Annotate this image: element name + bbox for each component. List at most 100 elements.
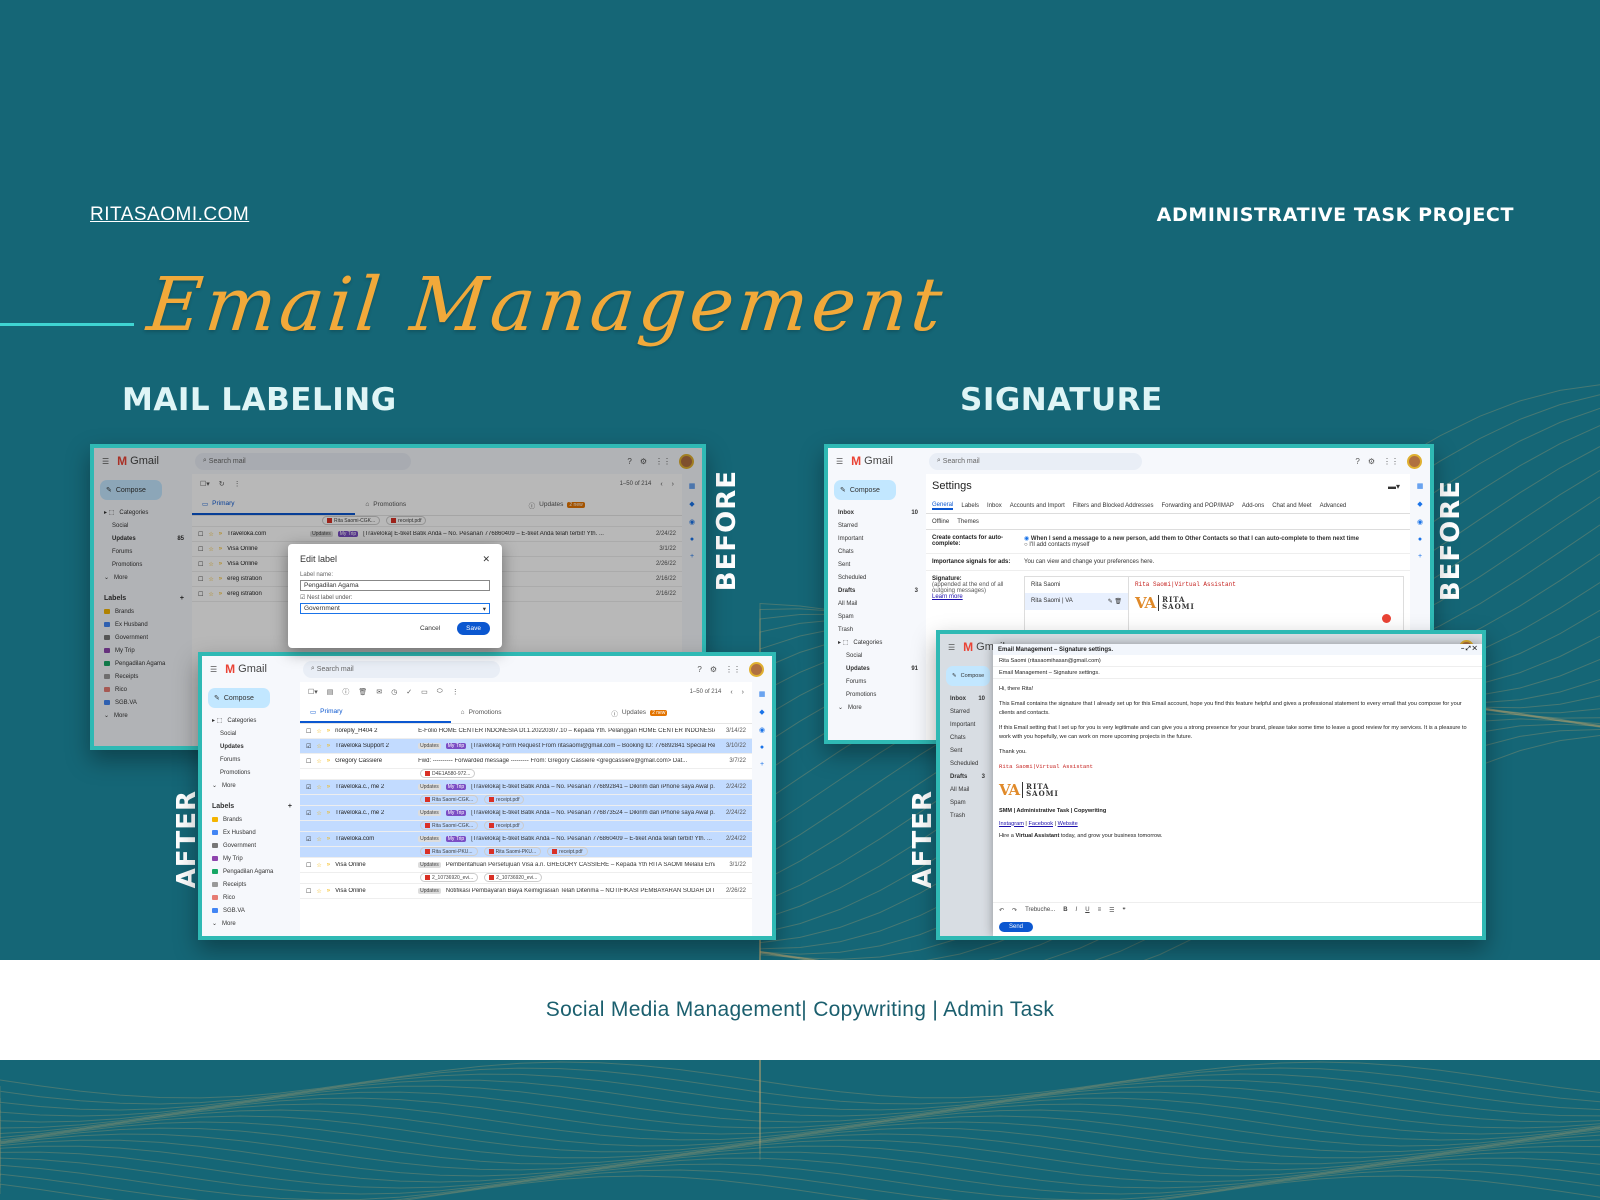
attachment-chip[interactable]: receipt.pdf (484, 821, 525, 830)
sidebar-item-forums[interactable]: Forums (94, 545, 192, 558)
row-checkbox[interactable]: ☐ (198, 561, 203, 568)
row-checkbox[interactable]: ☑ (306, 743, 311, 750)
sidebar-item-updates[interactable]: Updates 85 (94, 532, 192, 545)
message-body[interactable]: Hi, there Rita! This Email contains the … (993, 679, 1482, 853)
sidebar-item[interactable]: Inbox 10 (828, 506, 926, 519)
tab-settings[interactable]: Inbox (987, 503, 1002, 509)
table-row[interactable]: ☑ ☆ » Traveloka.c., me 2 Updates My Trip [Tr… (300, 780, 752, 795)
apps-icon[interactable]: ⋮⋮ (1383, 457, 1399, 466)
calendar-icon[interactable]: ▦ (1417, 482, 1424, 490)
tab-settings[interactable]: Labels (961, 503, 979, 509)
next-icon[interactable]: › (742, 689, 744, 696)
star-icon[interactable]: ☆ (316, 810, 321, 817)
important-icon[interactable]: » (327, 784, 330, 790)
label-item[interactable]: Pengadilan Agama (202, 865, 300, 878)
important-icon[interactable]: » (219, 531, 222, 537)
star-icon[interactable]: ☆ (316, 888, 321, 895)
label-item[interactable]: SGB.VA (202, 904, 300, 917)
more-icon[interactable]: ⋮ (234, 480, 241, 488)
nest-label-select[interactable]: Government ▾ (300, 603, 490, 614)
sidebar-item-more[interactable]: ⌄ More (202, 779, 300, 792)
gear-icon[interactable]: ⚙ (1368, 457, 1375, 466)
signature-editor[interactable]: Rita Saomi|Virtual Assistant VA RITA SAOMI (1129, 577, 1403, 631)
sidebar-item-promotions[interactable]: Promotions (202, 766, 300, 779)
important-icon[interactable]: » (219, 561, 222, 567)
sidebar-item[interactable]: Spam (828, 610, 926, 623)
prev-icon[interactable]: ‹ (660, 481, 662, 488)
tab-settings[interactable]: Advanced (1320, 503, 1347, 509)
sidebar-item[interactable]: Chats (828, 545, 926, 558)
sidebar-item[interactable]: Drafts 3 (940, 770, 993, 783)
sidebar-item[interactable]: Sent (940, 744, 993, 757)
row-checkbox[interactable]: ☑ (306, 784, 311, 791)
add-icon[interactable]: + (690, 553, 694, 560)
learn-more-link[interactable]: Learn more (932, 594, 1024, 600)
attachment-chip[interactable]: Rita Saomi-PKU... (420, 847, 478, 856)
sidebar-item[interactable]: Scheduled (940, 757, 993, 770)
apps-icon[interactable]: ⋮⋮ (725, 665, 741, 674)
archive-icon[interactable]: ▤ (327, 688, 334, 696)
label-item[interactable]: Ex Husband (94, 618, 192, 631)
label-icon[interactable]: ⬭ (437, 688, 443, 696)
label-item[interactable]: Receipts (202, 878, 300, 891)
sidebar-item-forums[interactable]: Forums (202, 753, 300, 766)
menu-icon[interactable]: ☰ (836, 457, 843, 466)
tab-promotions[interactable]: ⌂ Promotions (355, 494, 518, 515)
quote-icon[interactable]: ❞ (1122, 907, 1125, 914)
tab-settings[interactable]: Themes (957, 519, 979, 525)
search-input[interactable]: ⌕ Search mail (302, 660, 501, 678)
table-row[interactable]: ☐ ☆ » Traveloka.com Updates My Trip [Travelo… (192, 527, 682, 542)
sidebar-item[interactable]: Trash (940, 809, 993, 822)
table-row[interactable]: ☑ ☆ » Traveloka.c., me 2 Updates My Trip [Tr… (300, 806, 752, 821)
subject-field[interactable]: Email Management – Signature settings. (993, 667, 1482, 679)
attachment-chip[interactable]: Rita Saomi-CGK... (322, 516, 381, 525)
delete-icon[interactable]: 🗑 (358, 688, 367, 696)
gear-icon[interactable]: ⚙ (640, 457, 647, 466)
add-icon[interactable]: + (1418, 553, 1422, 560)
label-item[interactable]: Ex Husband (202, 826, 300, 839)
keep-icon[interactable]: ◆ (1417, 500, 1422, 508)
table-row[interactable]: ☐ ☆ » Visa Online Updates Pemberitahuan Per… (300, 858, 752, 873)
label-item[interactable]: Brands (202, 813, 300, 826)
menu-icon[interactable]: ☰ (102, 457, 109, 466)
label-name-field[interactable]: Pengadilan Agama (300, 580, 490, 591)
sidebar-item[interactable]: Starred (940, 705, 993, 718)
contacts-icon[interactable]: ● (760, 744, 764, 751)
sidebar-item[interactable]: Spam (940, 796, 993, 809)
help-icon[interactable]: ? (1355, 457, 1359, 466)
sidebar-item[interactable]: Trash (828, 623, 926, 636)
tab-updates[interactable]: ⓘ Updates 2 new (601, 702, 752, 723)
prev-icon[interactable]: ‹ (730, 689, 732, 696)
gmail-logo[interactable]: M Gmail (225, 662, 267, 676)
align-icon[interactable]: ≡ (1098, 907, 1102, 914)
close-icon[interactable]: ✕ (482, 554, 490, 565)
important-icon[interactable]: » (327, 836, 330, 842)
label-item[interactable]: Rico (202, 891, 300, 904)
redo-icon[interactable]: ↷ (1012, 907, 1017, 914)
star-icon[interactable]: ☆ (208, 561, 213, 568)
attachment-chip[interactable]: receipt.pdf (386, 516, 427, 525)
star-icon[interactable]: ☆ (316, 728, 321, 735)
important-icon[interactable]: » (327, 758, 330, 764)
calendar-icon[interactable]: ▦ (759, 690, 766, 698)
star-icon[interactable]: ☆ (316, 743, 321, 750)
save-button[interactable]: Save (457, 622, 490, 635)
signature-list-item[interactable]: Rita Saomi | VA ✎ 🗑 (1025, 593, 1128, 610)
star-icon[interactable]: ☆ (316, 836, 321, 843)
keep-icon[interactable]: ◆ (689, 500, 694, 508)
apps-icon[interactable]: ⋮⋮ (655, 457, 671, 466)
tab-settings[interactable]: Offline (932, 519, 949, 525)
tab-settings[interactable]: Accounts and Import (1010, 503, 1065, 509)
tab-settings[interactable]: Filters and Blocked Addresses (1073, 503, 1154, 509)
sidebar-item-categories[interactable]: ▸ ⬚ Categories (202, 714, 300, 727)
row-checkbox[interactable]: ☑ (306, 836, 311, 843)
sidebar-item[interactable]: All Mail (940, 783, 993, 796)
sidebar-item-more[interactable]: ⌄ More (94, 571, 192, 584)
next-icon[interactable]: › (672, 481, 674, 488)
important-icon[interactable]: » (327, 728, 330, 734)
sidebar-item-social[interactable]: Social (94, 519, 192, 532)
sidebar-item[interactable]: Starred (828, 519, 926, 532)
compose-button[interactable]: ✎ Compose (946, 666, 990, 686)
nest-label-checkbox[interactable]: ☑ Nest label under: (300, 594, 490, 601)
attachment-chip[interactable]: Rita Saomi-CGK... (420, 795, 479, 804)
